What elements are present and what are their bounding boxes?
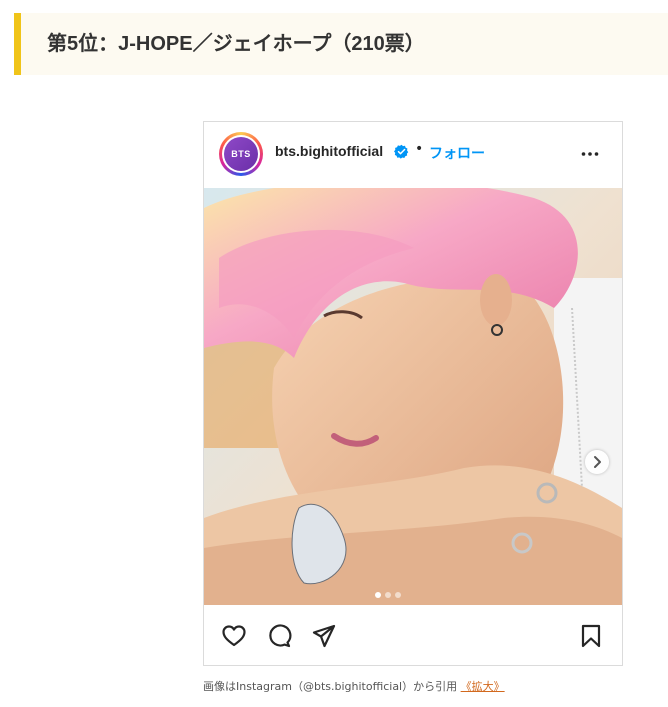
verified-badge-icon xyxy=(394,144,409,159)
post-header: BTS bts.bighitofficial • フォロー xyxy=(204,122,622,188)
image-credit: 画像はInstagram（@bts.bighitofficial）から引用 《拡… xyxy=(203,678,505,694)
section-heading: 第5位：J-HOPE／ジェイホープ（210票） xyxy=(14,13,668,75)
follow-button[interactable]: フォロー xyxy=(429,143,485,163)
carousel-dot xyxy=(395,592,401,598)
portrait-illustration xyxy=(204,188,622,605)
more-horizontal-icon[interactable] xyxy=(580,144,600,164)
avatar-logo: BTS xyxy=(224,137,258,171)
separator-dot: • xyxy=(415,141,424,157)
instagram-embed-card: BTS bts.bighitofficial • フォロー xyxy=(203,121,623,666)
carousel-dot xyxy=(385,592,391,598)
carousel-dot xyxy=(375,592,381,598)
chevron-right-icon xyxy=(594,456,601,468)
post-actions xyxy=(204,605,622,665)
post-photo[interactable] xyxy=(204,188,622,605)
comment-icon[interactable] xyxy=(266,623,292,649)
heading-title: 第5位：J-HOPE／ジェイホープ（210票） xyxy=(47,33,425,55)
carousel-indicator xyxy=(375,583,405,598)
enlarge-link[interactable]: 《拡大》 xyxy=(461,680,505,693)
heading-accent-bar xyxy=(14,13,21,75)
carousel-next-button[interactable] xyxy=(585,450,609,474)
heart-icon[interactable] xyxy=(221,623,247,649)
bookmark-icon[interactable] xyxy=(578,623,604,649)
avatar[interactable]: BTS xyxy=(219,132,263,176)
send-icon[interactable] xyxy=(311,623,337,649)
username-link[interactable]: bts.bighitofficial xyxy=(275,143,383,159)
credit-text: 画像はInstagram（@bts.bighitofficial）から引用 xyxy=(203,680,458,693)
